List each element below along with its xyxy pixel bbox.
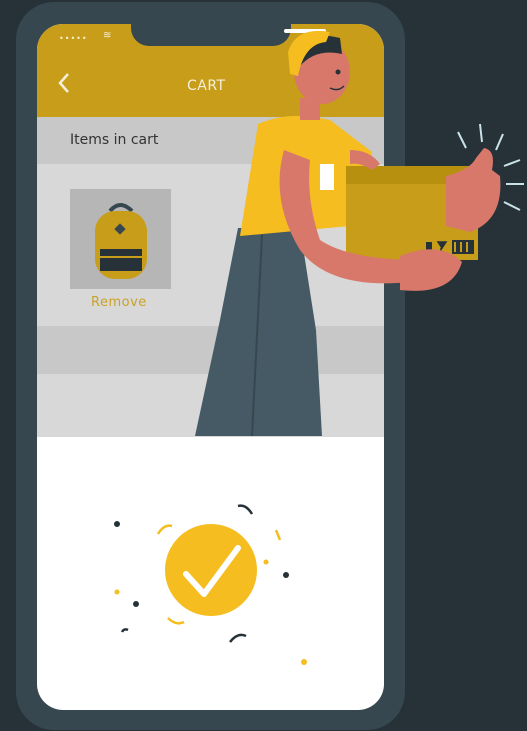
hand-lower [400,249,462,291]
pants [195,228,322,436]
thumbs-up-hand [446,148,501,232]
shirt-badge [320,164,334,190]
checkmark-icon [165,524,257,616]
delivery-illustration [114,30,524,665]
